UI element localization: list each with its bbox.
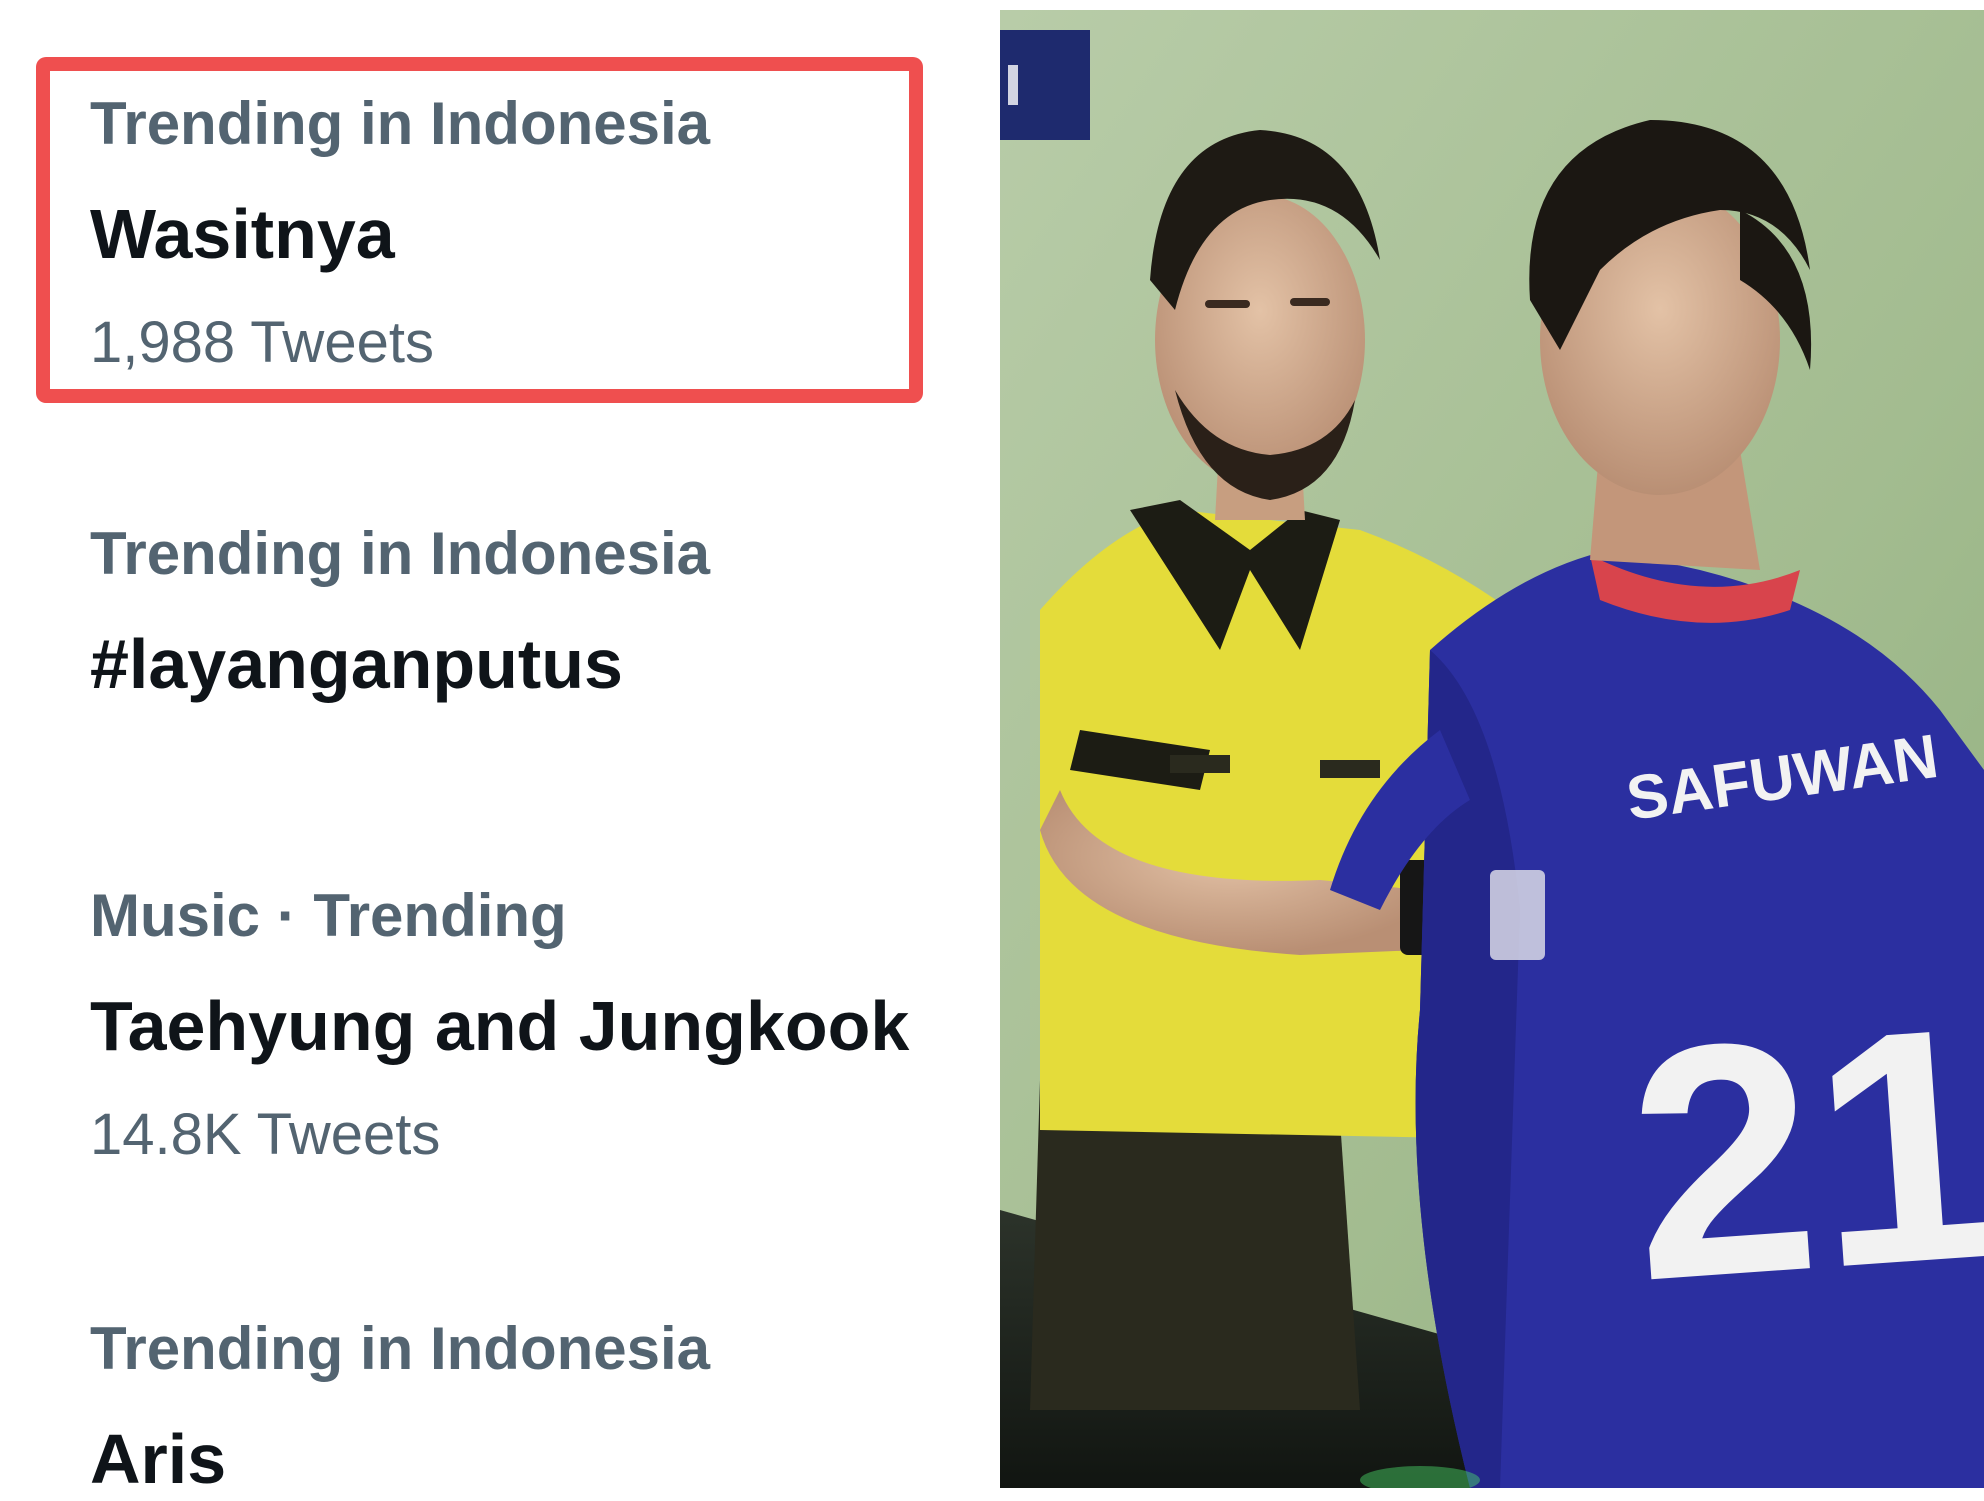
trend-topic: Taehyung and Jungkook: [90, 987, 910, 1065]
jersey-number: 21: [1619, 956, 1984, 1350]
trend-topic: Aris: [90, 1420, 227, 1498]
trend-tweet-count: 14.8K Tweets: [90, 1102, 441, 1167]
match-photo-illustration: SAFUWAN 21: [1000, 10, 1984, 1488]
trend-item[interactable]: Music · Trending Taehyung and Jungkook 1…: [90, 880, 909, 1170]
trend-context: Trending in Indonesia: [90, 1315, 711, 1382]
trend-item[interactable]: Trending in Indonesia Aris: [90, 1313, 710, 1501]
highlight-box: [36, 57, 923, 403]
match-photo: SAFUWAN 21: [1000, 10, 1984, 1488]
trend-context: Music · Trending: [90, 882, 567, 949]
trends-list: Trending in Indonesia Wasitnya 1,988 Twe…: [0, 0, 1000, 1498]
trend-context: Trending in Indonesia: [90, 520, 711, 587]
trend-item[interactable]: Trending in Indonesia #layanganputus: [90, 518, 710, 706]
trend-topic: #layanganputus: [90, 625, 623, 703]
